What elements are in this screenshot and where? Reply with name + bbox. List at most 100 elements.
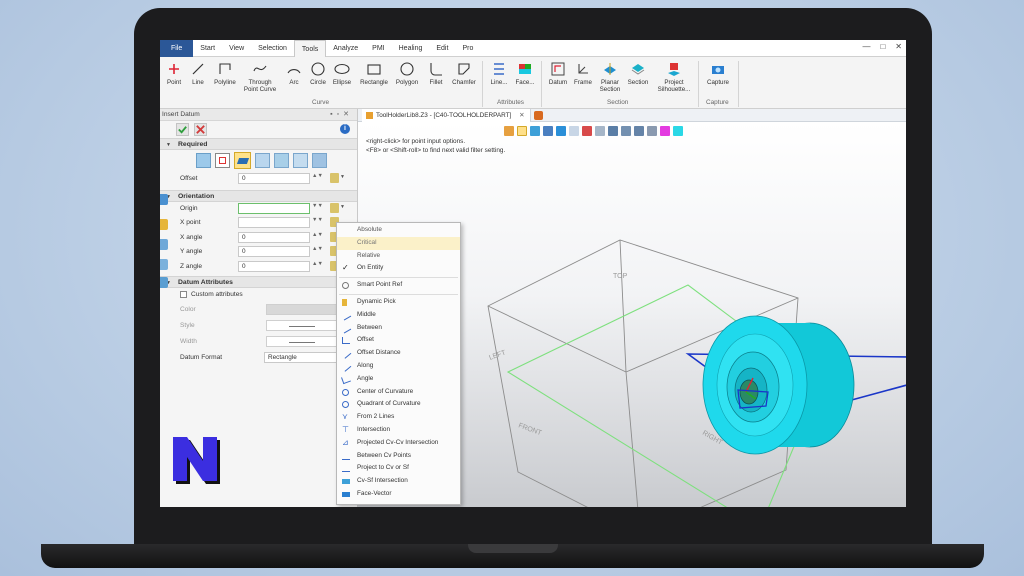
menu-item-dynamic-pick[interactable]: Dynamic Pick	[337, 296, 460, 309]
line-button[interactable]: Line	[184, 61, 212, 86]
menu-tab-pro[interactable]: Pro	[455, 40, 480, 57]
menu-item-between-cv-points[interactable]: Between Cv Points	[337, 450, 460, 463]
offset-input[interactable]: 0	[238, 173, 310, 184]
rectangle-button[interactable]: Rectangle	[357, 61, 391, 86]
offset-distance-icon	[340, 348, 352, 359]
menu-item-project-to-cv-or-sf[interactable]: Project to Cv or Sf	[337, 462, 460, 475]
help-button[interactable]: i	[340, 124, 350, 134]
custom-attributes-checkbox[interactable]	[180, 291, 187, 298]
close-tab-icon[interactable]: ✕	[519, 112, 524, 119]
dock-icon[interactable]	[160, 277, 168, 288]
menu-tab-file[interactable]: File	[160, 40, 194, 57]
menu-item-along[interactable]: Along	[337, 360, 460, 373]
frame-button[interactable]: Frame	[569, 61, 597, 86]
section-datum-attributes[interactable]: Datum Attributes	[160, 276, 357, 289]
menu-item-center-of-curvature[interactable]: Center of Curvature	[337, 386, 460, 399]
line-attribute-icon	[494, 63, 504, 75]
datum-type-option[interactable]	[274, 153, 289, 168]
through-point-curve-button[interactable]: Through Point Curve	[242, 61, 278, 93]
menu-tab-start[interactable]: Start	[193, 40, 222, 57]
menu-item-middle[interactable]: Middle	[337, 309, 460, 322]
datum-format-label: Datum Format	[180, 354, 223, 361]
menu-item-offset[interactable]: Offset	[337, 334, 460, 347]
fillet-button[interactable]: Fillet	[422, 61, 450, 86]
menu-item-projected-cv-cv-intersection[interactable]: ⊿ Projected Cv-Cv Intersection	[337, 437, 460, 450]
x-angle-input[interactable]: 0	[238, 231, 310, 243]
datum-type-option[interactable]	[196, 153, 211, 168]
section-required[interactable]: Required	[160, 138, 357, 151]
menu-item-between[interactable]: Between	[337, 322, 460, 335]
ok-button[interactable]	[176, 123, 189, 136]
datum-type-option-selected[interactable]	[234, 152, 251, 169]
menu-tab-analyze[interactable]: Analyze	[326, 40, 365, 57]
menu-item-cv-sf-intersection[interactable]: Cv-Sf Intersection	[337, 475, 460, 488]
minimize-button[interactable]: —	[862, 42, 870, 51]
polyline-button[interactable]: Polyline	[211, 61, 239, 86]
chamfer-button[interactable]: Chamfer	[449, 61, 479, 86]
menu-item-relative[interactable]: Relative	[337, 250, 460, 263]
datum-type-option[interactable]	[255, 153, 270, 168]
datum-type-option[interactable]	[215, 153, 230, 168]
z-angle-input[interactable]: 0	[238, 260, 310, 272]
x-point-filter-icon[interactable]: ▼▼	[312, 217, 323, 223]
angle-icon	[341, 374, 351, 384]
menu-item-angle[interactable]: Angle	[337, 373, 460, 386]
view-label-top: TOP	[613, 273, 628, 280]
capture-button[interactable]: Capture	[704, 61, 732, 86]
z-angle-stepper[interactable]: ▲▼	[312, 261, 323, 267]
planar-section-button[interactable]: Planar Section	[596, 61, 624, 93]
menu-item-face-vector[interactable]: Face-Vector	[337, 488, 460, 501]
offset-icon	[342, 337, 350, 345]
menu-tab-selection[interactable]: Selection	[251, 40, 294, 57]
section-orientation[interactable]: Orientation	[160, 189, 357, 203]
origin-edit-icon[interactable]	[330, 202, 339, 213]
style-row: Style	[160, 317, 357, 334]
face-attribute-button[interactable]: Face...	[511, 61, 539, 86]
polygon-button[interactable]: Polygon	[392, 61, 422, 86]
origin-input[interactable]	[238, 202, 310, 214]
x-angle-stepper[interactable]: ▲▼	[312, 232, 323, 238]
dock-icon[interactable]	[160, 194, 168, 205]
dock-icon[interactable]	[160, 219, 168, 230]
document-tab[interactable]: ToolHolderLib8.Z3 - [C40-TOOLHOLDERPART]…	[362, 109, 532, 122]
menu-tab-pmi[interactable]: PMI	[365, 40, 391, 57]
ok-cancel-row: i	[160, 121, 357, 138]
menu-tab-healing[interactable]: Healing	[392, 40, 430, 57]
offset-dropdown-icon[interactable]: ▼	[340, 174, 345, 180]
group-label-attributes: Attributes	[497, 99, 524, 106]
x-point-input[interactable]	[238, 217, 310, 228]
menu-item-smart-point-ref[interactable]: Smart Point Ref	[337, 279, 460, 292]
panel-pin-close-icons[interactable]: ▪▫✕	[330, 109, 353, 121]
menu-tab-edit[interactable]: Edit	[429, 40, 455, 57]
menu-tab-tools[interactable]: Tools	[293, 40, 327, 57]
maximize-button[interactable]: □	[880, 42, 885, 51]
menu-item-on-entity[interactable]: ✓ On Entity	[337, 262, 460, 275]
datum-format-select[interactable]: Rectangle	[264, 352, 338, 363]
offset-edit-icon[interactable]	[330, 173, 339, 183]
menu-item-intersection[interactable]: ⊤ Intersection	[337, 424, 460, 437]
section-button[interactable]: Section	[624, 61, 652, 86]
y-angle-stepper[interactable]: ▲▼	[312, 246, 323, 252]
project-silhouette-button[interactable]: Project Silhouette...	[656, 61, 692, 93]
datum-type-option[interactable]	[312, 153, 327, 168]
line-attribute-button[interactable]: Line...	[485, 61, 513, 86]
menu-tab-view[interactable]: View	[222, 40, 251, 57]
menu-item-absolute[interactable]: Absolute	[337, 224, 460, 237]
datum-type-option[interactable]	[293, 153, 308, 168]
menu-item-quadrant-of-curvature[interactable]: Quadrant of Curvature	[337, 398, 460, 411]
style-select	[266, 320, 338, 331]
y-angle-input[interactable]: 0	[238, 246, 310, 257]
menu-item-critical[interactable]: Critical	[337, 236, 460, 250]
datum-button[interactable]: Datum	[544, 61, 572, 86]
close-window-button[interactable]: ✕	[895, 42, 902, 51]
ellipse-button[interactable]: Ellipse	[328, 61, 356, 86]
menu-item-from-2-lines[interactable]: ⋎ From 2 Lines	[337, 411, 460, 424]
dock-icon[interactable]	[160, 259, 168, 270]
origin-dropdown-icon[interactable]: ▼	[340, 204, 345, 210]
origin-filter-icon[interactable]: ▼▼	[312, 203, 323, 209]
dock-icon[interactable]	[160, 239, 168, 250]
cancel-button[interactable]	[194, 123, 207, 136]
new-tab-icon[interactable]	[534, 111, 543, 120]
offset-stepper[interactable]: ▲▼	[312, 173, 323, 179]
menu-item-offset-distance[interactable]: Offset Distance	[337, 347, 460, 360]
